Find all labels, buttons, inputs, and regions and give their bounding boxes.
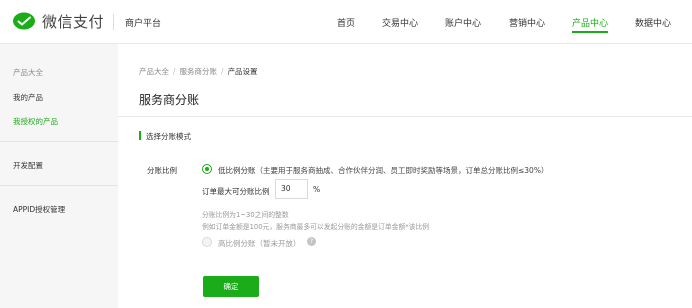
option-high-ratio[interactable]: 高比例分账（暂未开放） xyxy=(218,238,301,249)
ratio-hint-example: 例如订单金额是100元，服务商最多可以发起分账的金额是订单金额*该比例 xyxy=(202,223,430,231)
percent-unit: % xyxy=(313,185,321,194)
section-marker xyxy=(139,131,141,140)
nav-products[interactable]: 产品中心 xyxy=(572,16,608,29)
nav-account[interactable]: 账户中心 xyxy=(445,16,481,29)
sidebar-item-dev-config[interactable]: 开发配置 xyxy=(13,160,43,171)
breadcrumb-separator: / xyxy=(173,67,176,76)
question-circle-icon[interactable]: ? xyxy=(307,237,316,246)
top-header: 微信支付 商户平台 首页 交易中心 账户中心 营销中心 产品中心 数据中心 xyxy=(0,0,692,44)
nav-data[interactable]: 数据中心 xyxy=(635,16,671,29)
max-ratio-label: 订单最大可分账比例 xyxy=(202,187,270,196)
sidebar-divider xyxy=(0,185,118,186)
split-ratio-label: 分账比例 xyxy=(147,166,177,175)
breadcrumb-separator: / xyxy=(221,67,224,76)
confirm-button[interactable]: 确定 xyxy=(203,276,259,297)
option-low-ratio-label: 低比例分账 xyxy=(218,166,256,175)
page-title: 服务商分账 xyxy=(139,93,200,107)
nav-marketing[interactable]: 营销中心 xyxy=(509,16,545,29)
sidebar-item-authorized-products[interactable]: 我授权的产品 xyxy=(13,116,58,127)
nav-active-indicator xyxy=(572,31,608,33)
breadcrumb: 产品大全 / 服务商分账 / 产品设置 xyxy=(139,66,258,77)
breadcrumb-item[interactable]: 服务商分账 xyxy=(180,67,218,76)
radio-low-ratio[interactable] xyxy=(202,164,212,174)
section-title: 选择分账模式 xyxy=(146,132,191,141)
nav-transactions[interactable]: 交易中心 xyxy=(382,16,418,29)
main-nav: 首页 交易中心 账户中心 营销中心 产品中心 数据中心 xyxy=(0,0,692,44)
breadcrumb-current: 产品设置 xyxy=(227,67,258,76)
nav-home[interactable]: 首页 xyxy=(337,16,355,29)
sidebar-item-my-products[interactable]: 我的产品 xyxy=(13,92,43,103)
option-low-ratio[interactable]: 低比例分账（主要用于服务商抽成、合作伙伴分润、员工即时奖励等场景，订单总分账比例… xyxy=(218,165,548,176)
max-ratio-input[interactable]: 30 xyxy=(275,179,308,199)
sidebar-item-appid-auth[interactable]: APPID授权管理 xyxy=(13,204,65,215)
title-divider xyxy=(118,116,692,117)
radio-high-ratio[interactable] xyxy=(202,237,212,247)
breadcrumb-item[interactable]: 产品大全 xyxy=(139,67,169,76)
sidebar-divider xyxy=(0,141,118,142)
sidebar: 产品大全 我的产品 我授权的产品 开发配置 APPID授权管理 xyxy=(0,44,118,308)
main-content: 产品大全 / 服务商分账 / 产品设置 服务商分账 选择分账模式 分账比例 低比例分账（… xyxy=(118,44,692,308)
ratio-hint-range: 分账比例为1~30之间的整数 xyxy=(202,211,289,219)
option-low-ratio-desc: （主要用于服务商抽成、合作伙伴分润、员工即时奖励等场景，订单总分账比例≤30%） xyxy=(255,166,549,175)
sidebar-group-title: 产品大全 xyxy=(13,68,43,77)
